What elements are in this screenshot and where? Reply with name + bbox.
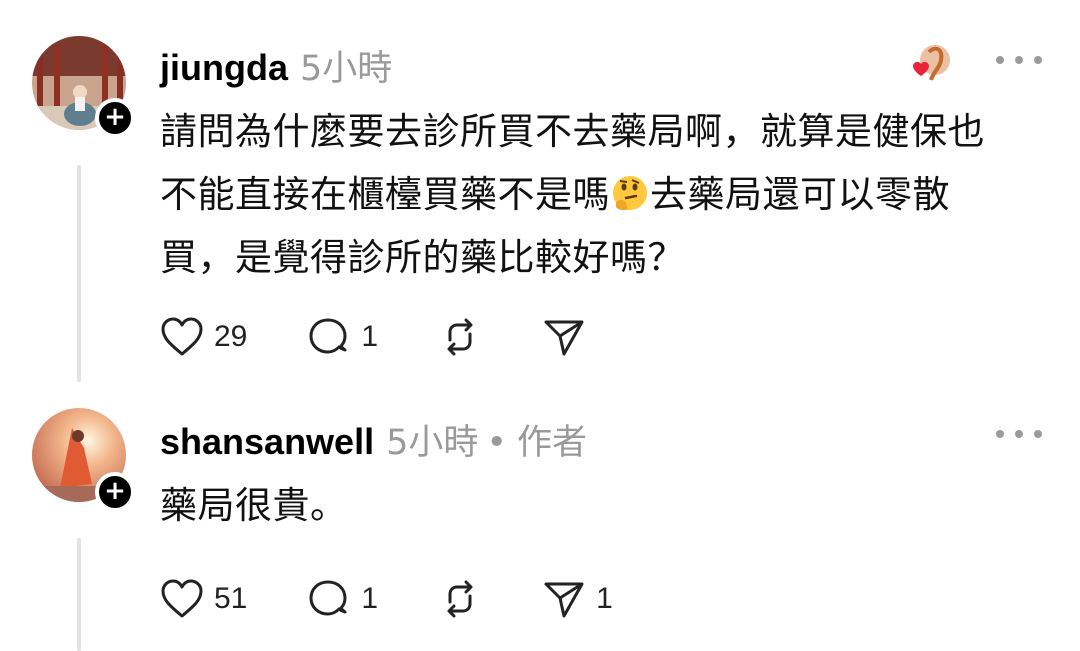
username[interactable]: shansanwell: [160, 421, 374, 463]
text-line: 去藥局還可以零散: [650, 173, 950, 216]
reply-count: 1: [361, 320, 379, 353]
heart-icon: [161, 317, 203, 356]
follow-plus-icon[interactable]: +: [95, 472, 135, 512]
repost-icon: [447, 580, 473, 618]
post-header: shansanwell 5小時 • 作者: [160, 414, 587, 463]
comment-icon: [309, 318, 347, 354]
timestamp: 5小時: [386, 423, 479, 463]
thread-line: [77, 538, 81, 651]
share-button[interactable]: 1: [542, 578, 613, 620]
text-line: 請問為什麼要去診所買不去藥局啊，就算是健保也: [160, 110, 985, 153]
post-text: 藥局很貴。: [160, 484, 348, 527]
post-header: jiungda 5小時: [160, 40, 392, 89]
follow-plus-icon[interactable]: +: [95, 98, 135, 138]
like-button[interactable]: 51: [160, 578, 247, 620]
meta-separator: •: [486, 423, 508, 463]
comment-icon: [309, 580, 347, 616]
repost-button[interactable]: [438, 578, 482, 620]
send-icon: [544, 320, 584, 356]
thinking-face-icon: [613, 176, 647, 211]
text-line: 買，是覺得診所的藥比較好嗎？: [160, 236, 685, 279]
repost-icon: [447, 318, 473, 356]
reply-button[interactable]: 1: [307, 578, 378, 620]
action-bar: 51 1 1: [160, 576, 673, 622]
text-line: 不能直接在櫃檯買藥不是嗎: [160, 173, 610, 216]
thread-line: [77, 165, 81, 382]
reply-count: 1: [361, 582, 379, 615]
author-tag: 作者: [517, 423, 588, 463]
like-count: 29: [214, 320, 248, 353]
share-button[interactable]: [542, 316, 586, 358]
action-bar: 29 1: [160, 314, 646, 360]
heart-reaction-icon: [913, 45, 950, 81]
reply-button[interactable]: 1: [307, 316, 378, 358]
post-1: + jiungda 5小時 請問為什麼要去診所買不去藥局啊，就算是健保也 不能直…: [0, 0, 1080, 390]
post-text: 請問為什麼要去診所買不去藥局啊，就算是健保也 不能直接在櫃檯買藥不是嗎 去藥局還…: [160, 100, 1040, 289]
like-count: 51: [214, 582, 248, 615]
share-count: 1: [596, 582, 613, 615]
more-dots-icon[interactable]: [996, 50, 1042, 70]
repost-button[interactable]: [438, 316, 482, 358]
timestamp: 5小時: [300, 49, 393, 89]
send-icon: [544, 582, 584, 618]
like-button[interactable]: 29: [160, 316, 247, 358]
username[interactable]: jiungda: [160, 47, 288, 89]
post-2: + shansanwell 5小時 • 作者 藥局很貴。 51 1 1: [0, 390, 1080, 651]
more-dots-icon[interactable]: [996, 424, 1042, 444]
heart-icon: [161, 579, 203, 618]
